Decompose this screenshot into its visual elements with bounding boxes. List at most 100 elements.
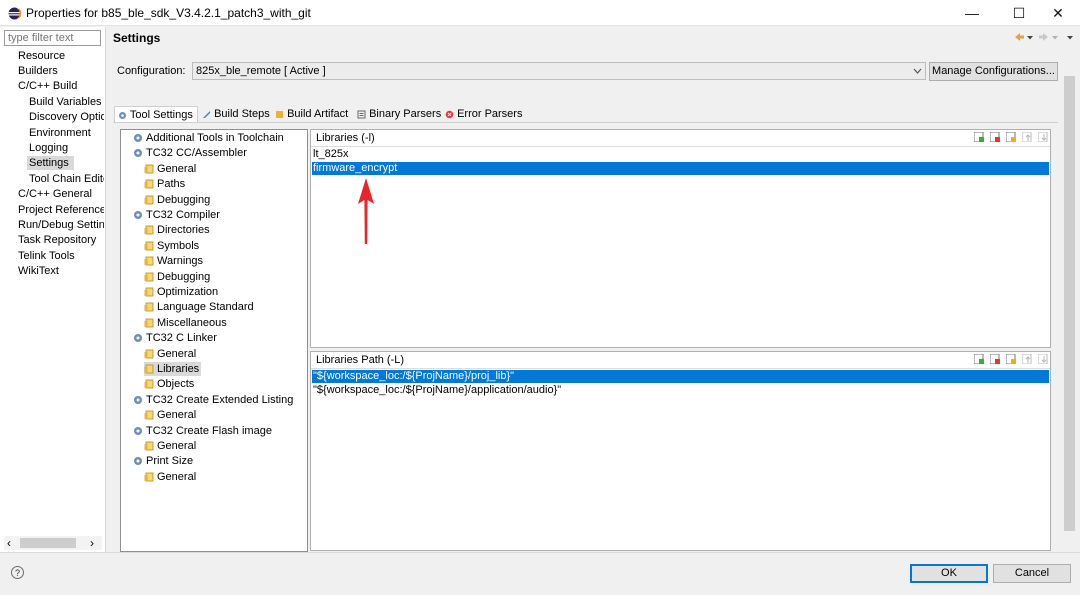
forward-icon xyxy=(1039,33,1048,41)
library-paths-title: Libraries Path (-L) xyxy=(316,354,405,366)
nav-item-settings[interactable]: Settings xyxy=(27,156,74,170)
nav-item-build-variables[interactable]: Build Variables xyxy=(29,95,104,109)
nav-item-discovery-options[interactable]: Discovery Options xyxy=(29,110,104,124)
tree-item[interactable]: Libraries xyxy=(144,362,202,376)
close-button[interactable]: ✕ xyxy=(1035,0,1080,26)
configuration-select[interactable]: 825x_ble_remote [ Active ] xyxy=(192,62,926,80)
nav-item-task-repository[interactable]: Task Repository xyxy=(18,233,104,247)
back-dropdown-icon xyxy=(1027,36,1033,40)
library-path-item[interactable]: "${workspace_loc:/${ProjName}/applicatio… xyxy=(312,384,1049,397)
move-up-icon[interactable] xyxy=(1021,354,1032,364)
tool-icon xyxy=(134,134,142,143)
tree-item-label: Paths xyxy=(157,178,186,190)
nav-item-wikitext[interactable]: WikiText xyxy=(18,264,104,278)
tool-icon xyxy=(134,149,142,158)
minimize-button[interactable]: — xyxy=(949,0,995,26)
back-icon xyxy=(1015,33,1024,41)
tab-error-parsers[interactable]: Error Parsers xyxy=(442,106,524,123)
filter-input[interactable] xyxy=(4,30,101,46)
chevron-down-icon xyxy=(913,68,922,74)
tree-item[interactable]: Miscellaneous xyxy=(144,316,227,330)
delete-icon[interactable] xyxy=(989,354,1000,364)
tree-item-label: General xyxy=(157,440,197,452)
add-icon[interactable] xyxy=(973,132,984,142)
edit-icon[interactable] xyxy=(1005,354,1016,364)
tree-item[interactable]: TC32 CC/Assembler xyxy=(133,146,247,160)
tree-item-label: Optimization xyxy=(157,286,219,298)
main-scroll-thumb[interactable] xyxy=(1064,76,1075,531)
tree-item-label: General xyxy=(157,348,197,360)
tree-item[interactable]: Objects xyxy=(144,377,194,391)
tree-item[interactable]: Debugging xyxy=(144,193,210,207)
nav-item-c-cpp-general[interactable]: C/C++ General xyxy=(18,187,104,201)
tab-binary-parsers[interactable]: Binary Parsers xyxy=(354,106,442,123)
libraries-pane: Libraries (-l) lt_825x firmware_encrypt xyxy=(310,129,1051,348)
cancel-button[interactable]: Cancel xyxy=(993,564,1071,583)
tab-build-steps[interactable]: Build Steps xyxy=(199,106,272,123)
tree-item[interactable]: General xyxy=(144,162,196,176)
tree-item-label: TC32 C Linker xyxy=(146,332,217,344)
option-page-icon xyxy=(144,241,154,251)
nav-scroll-thumb[interactable] xyxy=(20,538,76,548)
nav-item-resource[interactable]: Resource xyxy=(18,49,104,63)
tree-item-label: Warnings xyxy=(157,255,204,267)
nav-item-c-cpp-build[interactable]: C/C++ Build xyxy=(18,79,104,93)
tree-item[interactable]: Print Size xyxy=(133,454,193,468)
page-title: Settings xyxy=(113,31,161,45)
tree-item[interactable]: Symbols xyxy=(144,239,199,253)
tree-item[interactable]: General xyxy=(144,439,196,453)
main-vertical-scrollbar[interactable] xyxy=(1061,46,1078,552)
tree-item-label: TC32 Compiler xyxy=(146,209,220,221)
move-up-icon[interactable] xyxy=(1021,132,1032,142)
nav-item-telink-tools[interactable]: Telink Tools xyxy=(18,249,104,263)
tree-item[interactable]: General xyxy=(144,408,196,422)
tree-item[interactable]: General xyxy=(144,470,196,484)
move-down-icon[interactable] xyxy=(1038,132,1048,142)
tool-icon xyxy=(134,427,142,436)
nav-item-builders[interactable]: Builders xyxy=(18,64,104,78)
history-nav-icons[interactable] xyxy=(1014,32,1076,42)
tool-icon xyxy=(134,457,142,466)
nav-item-run-debug-settings[interactable]: Run/Debug Settings xyxy=(18,218,104,232)
tree-item-label: Libraries xyxy=(157,363,200,375)
move-down-icon[interactable] xyxy=(1038,354,1048,364)
add-icon[interactable] xyxy=(973,354,984,364)
option-page-icon xyxy=(144,256,154,266)
edit-icon[interactable] xyxy=(1005,132,1016,142)
tree-item[interactable]: Additional Tools in Toolchain xyxy=(133,131,284,145)
help-icon[interactable]: ? xyxy=(11,566,24,579)
nav-item-project-references[interactable]: Project References xyxy=(18,203,104,217)
library-item-selected[interactable]: firmware_encrypt xyxy=(312,162,1049,175)
tree-item[interactable]: General xyxy=(144,347,196,361)
nav-item-logging[interactable]: Logging xyxy=(29,141,104,155)
tree-item-label: Debugging xyxy=(157,271,211,283)
tree-item[interactable]: Directories xyxy=(144,223,210,237)
tree-item[interactable]: Debugging xyxy=(144,270,210,284)
tree-item-label: Miscellaneous xyxy=(157,317,227,329)
library-path-item-selected[interactable]: "${workspace_loc:/${ProjName}/proj_lib}" xyxy=(312,370,1049,383)
tree-item[interactable]: TC32 C Linker xyxy=(133,331,217,345)
scroll-left-icon[interactable]: ‹ xyxy=(7,536,11,550)
tab-label: Build Steps xyxy=(214,108,270,120)
tree-item[interactable]: TC32 Create Flash image xyxy=(133,424,272,438)
nav-item-environment[interactable]: Environment xyxy=(29,126,104,140)
tree-item-label: Symbols xyxy=(157,240,200,252)
delete-icon[interactable] xyxy=(989,132,1000,142)
tree-item[interactable]: TC32 Create Extended Listing xyxy=(133,393,293,407)
nav-horizontal-scrollbar[interactable]: ‹ › xyxy=(4,536,102,550)
library-item[interactable]: lt_825x xyxy=(312,148,1049,161)
manage-configurations-button[interactable]: Manage Configurations... xyxy=(929,62,1058,81)
tree-item[interactable]: Paths xyxy=(144,177,185,191)
tab-label: Tool Settings xyxy=(129,109,193,121)
tree-item[interactable]: Language Standard xyxy=(144,300,254,314)
tree-item[interactable]: TC32 Compiler xyxy=(133,208,220,222)
ok-button[interactable]: OK xyxy=(910,564,988,583)
nav-item-tool-chain-editor[interactable]: Tool Chain Editor xyxy=(29,172,104,186)
scroll-right-icon[interactable]: › xyxy=(90,536,94,550)
tree-item[interactable]: Optimization xyxy=(144,285,218,299)
build-artifact-icon xyxy=(276,110,283,118)
tree-item[interactable]: Warnings xyxy=(144,254,203,268)
libraries-title: Libraries (-l) xyxy=(316,132,375,144)
tab-tool-settings[interactable]: Tool Settings xyxy=(114,106,198,123)
tab-build-artifact[interactable]: Build Artifact xyxy=(272,106,354,123)
